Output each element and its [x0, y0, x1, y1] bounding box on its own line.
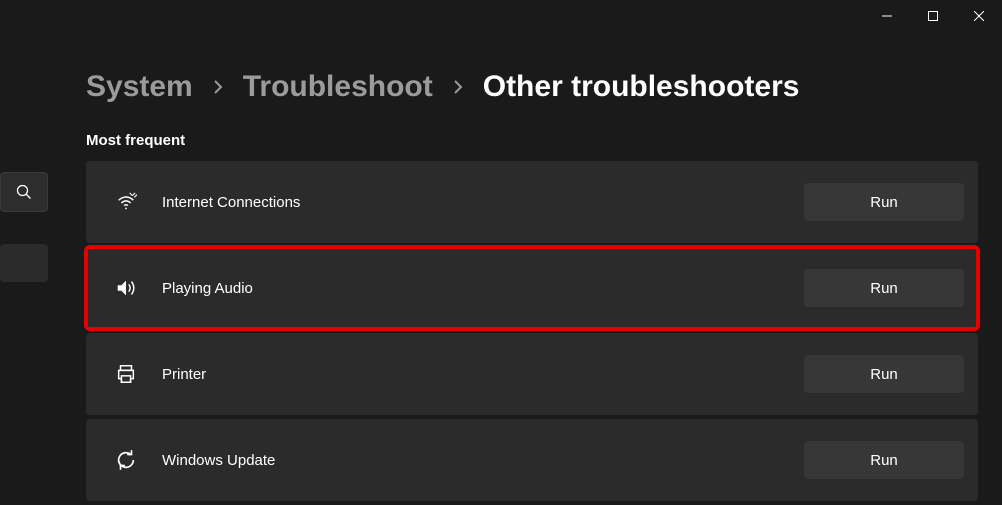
troubleshooter-label: Internet Connections [162, 194, 804, 211]
troubleshooter-list: Internet Connections Run Playing Audio R… [86, 161, 978, 501]
printer-icon [112, 363, 140, 385]
section-heading: Most frequent [86, 132, 978, 149]
breadcrumb-troubleshoot[interactable]: Troubleshoot [243, 70, 433, 104]
troubleshooter-label: Printer [162, 366, 804, 383]
breadcrumb-system[interactable]: System [86, 70, 193, 104]
troubleshooter-playing-audio[interactable]: Playing Audio Run [86, 247, 978, 329]
close-icon [974, 11, 984, 21]
troubleshooter-internet-connections[interactable]: Internet Connections Run [86, 161, 978, 243]
search-icon [16, 184, 32, 200]
main-content: System Troubleshoot Other troubleshooter… [0, 0, 1002, 501]
wifi-icon [112, 191, 140, 213]
run-button[interactable]: Run [804, 269, 964, 307]
maximize-button[interactable] [910, 0, 956, 32]
chevron-right-icon [213, 79, 223, 95]
breadcrumb: System Troubleshoot Other troubleshooter… [86, 70, 978, 104]
troubleshooter-label: Windows Update [162, 452, 804, 469]
run-button[interactable]: Run [804, 441, 964, 479]
nav-item[interactable] [0, 244, 48, 282]
troubleshooter-windows-update[interactable]: Windows Update Run [86, 419, 978, 501]
troubleshooter-label: Playing Audio [162, 280, 804, 297]
run-button[interactable]: Run [804, 355, 964, 393]
troubleshooter-printer[interactable]: Printer Run [86, 333, 978, 415]
search-button[interactable] [0, 172, 48, 212]
breadcrumb-current: Other troubleshooters [483, 70, 800, 104]
minimize-button[interactable] [864, 0, 910, 32]
left-rail [0, 172, 48, 282]
maximize-icon [928, 11, 938, 21]
speaker-icon [112, 277, 140, 299]
minimize-icon [882, 11, 892, 21]
close-button[interactable] [956, 0, 1002, 32]
window-titlebar [864, 0, 1002, 32]
refresh-icon [112, 449, 140, 471]
run-button[interactable]: Run [804, 183, 964, 221]
chevron-right-icon [453, 79, 463, 95]
